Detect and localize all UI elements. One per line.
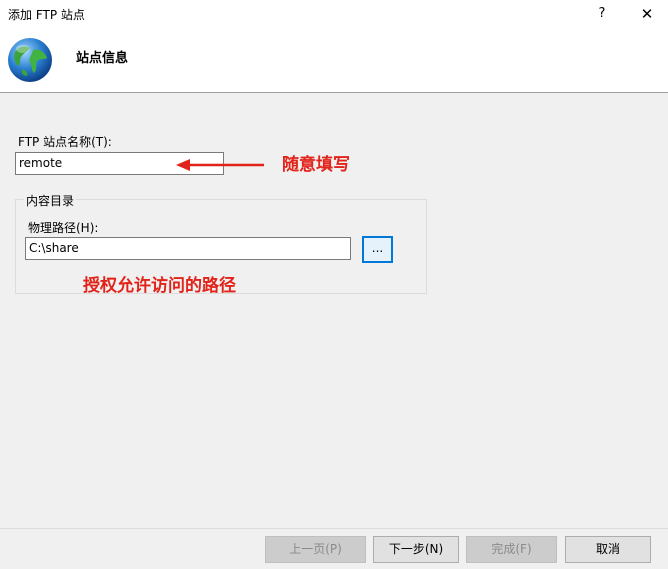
- globe-icon: [8, 38, 52, 82]
- footer-divider: [0, 528, 668, 529]
- annotation-arrow-icon: [176, 159, 264, 171]
- path-annotation: 授权允许访问的路径: [83, 276, 236, 296]
- site-name-annotation: 随意填写: [282, 155, 350, 175]
- physical-path-input[interactable]: C:\share: [25, 237, 351, 260]
- content-directory-label: 内容目录: [24, 192, 77, 209]
- previous-button[interactable]: 上一页(P): [265, 536, 366, 563]
- title-bar: 添加 FTP 站点 ? ✕: [0, 0, 668, 28]
- finish-button[interactable]: 完成(F): [466, 536, 557, 563]
- browse-button[interactable]: ...: [362, 236, 393, 263]
- help-button[interactable]: ?: [588, 2, 616, 26]
- window-title: 添加 FTP 站点: [8, 8, 85, 22]
- page-title: 站点信息: [76, 51, 129, 66]
- physical-path-label: 物理路径(H):: [28, 221, 99, 235]
- next-button[interactable]: 下一步(N): [373, 536, 459, 563]
- cancel-button[interactable]: 取消: [565, 536, 651, 563]
- wizard-header: 站点信息: [0, 28, 668, 93]
- close-button[interactable]: ✕: [630, 2, 664, 26]
- add-ftp-site-dialog: 添加 FTP 站点 ? ✕ 站点信息 FTP 站点名称(T): remote 随…: [0, 0, 668, 569]
- site-name-label: FTP 站点名称(T):: [18, 135, 112, 149]
